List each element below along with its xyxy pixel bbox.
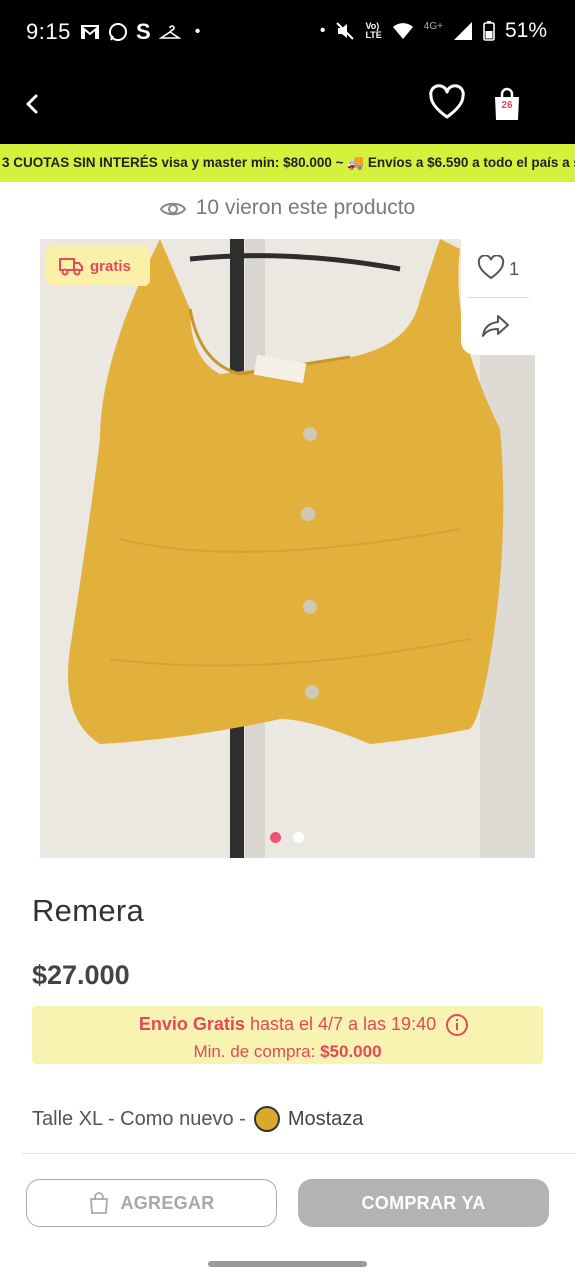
info-icon[interactable] — [445, 1013, 469, 1037]
minimum-purchase: Min. de compra: $50.000 — [32, 1042, 543, 1062]
dot-icon: • — [319, 22, 326, 39]
image-pagination — [270, 832, 304, 843]
battery-icon — [483, 21, 495, 41]
product-price: $27.000 — [32, 960, 130, 990]
free-shipping-label: gratis — [90, 257, 131, 275]
bag-outline-icon — [90, 1192, 109, 1214]
views-text: 10 vieron este producto — [195, 196, 416, 219]
promo-text: 3 CUOTAS SIN INTERÉS visa y master min: … — [2, 155, 575, 170]
buy-now-button[interactable]: COMPRAR YA — [298, 1179, 549, 1227]
color-name: Mostaza — [287, 1107, 364, 1130]
cart-count-badge: 26 — [501, 100, 513, 111]
shipping-info-box: Envio Gratis hasta el 4/7 a las 19:40 Mi… — [32, 1006, 543, 1064]
minimum-purchase-label: Min. de compra: — [193, 1042, 316, 1061]
pagination-dot[interactable] — [293, 832, 304, 843]
like-count: 1 — [509, 259, 520, 279]
status-time: 9:15 — [26, 19, 71, 44]
add-to-cart-label: AGREGAR — [120, 1192, 215, 1213]
like-heart-icon[interactable] — [477, 255, 505, 281]
eye-icon — [159, 202, 186, 216]
system-icons: • Vo) LTE 4G+ 51% — [320, 19, 547, 43]
free-shipping-title: Envio Gratis — [138, 1014, 245, 1034]
image-actions-panel: 1 — [461, 239, 535, 355]
share-icon[interactable] — [481, 313, 511, 339]
network-label: 4G+ — [423, 20, 443, 32]
signal-icon — [453, 22, 472, 40]
gmail-icon — [81, 25, 99, 39]
panel-divider — [467, 297, 529, 298]
free-shipping-badge: gratis — [46, 246, 150, 286]
notification-icons: S • — [80, 19, 200, 45]
mute-icon — [336, 22, 355, 40]
truck-icon — [59, 258, 83, 276]
section-divider — [22, 1153, 575, 1154]
back-arrow-icon[interactable] — [18, 86, 48, 122]
color-swatch — [253, 1106, 280, 1132]
pagination-dot-active[interactable] — [270, 832, 281, 843]
views-counter: 10 vieron este producto — [0, 196, 575, 220]
volte-icon: Vo) LTE — [365, 21, 382, 40]
promo-banner: 3 CUOTAS SIN INTERÉS visa y master min: … — [0, 144, 575, 182]
gesture-home-bar[interactable] — [208, 1261, 367, 1267]
app-bar: 26 — [0, 64, 575, 144]
battery-percent: 51% — [504, 19, 547, 42]
favorites-heart-icon[interactable] — [428, 84, 466, 122]
minimum-purchase-value: $50.000 — [320, 1042, 382, 1061]
whatsapp-icon — [109, 23, 127, 41]
add-to-cart-button[interactable]: AGREGAR — [26, 1179, 277, 1227]
size-condition-text: Talle XL - Como nuevo - — [32, 1107, 246, 1130]
status-bar: 9:15 S • • Vo) LTE 4G+ 51% — [0, 0, 575, 64]
wifi-icon — [392, 23, 413, 39]
s-app-icon: S — [136, 19, 151, 44]
hanger-icon — [158, 25, 181, 39]
product-attributes: Talle XL - Como nuevo - Mostaza — [32, 1106, 363, 1132]
shipping-deadline-text: hasta el 4/7 a las 19:40 — [249, 1014, 437, 1034]
buy-now-label: COMPRAR YA — [361, 1192, 486, 1213]
product-title: Remera — [32, 893, 145, 928]
dot-icon: • — [194, 23, 201, 40]
